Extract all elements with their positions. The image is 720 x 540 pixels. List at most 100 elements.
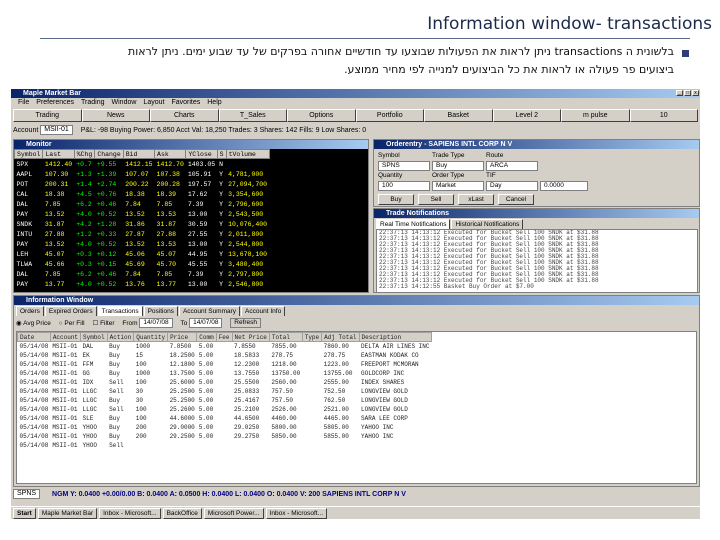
menu-item-help[interactable]: Help <box>207 99 221 106</box>
taskbar-item[interactable]: Inbox - Microsoft... <box>99 507 161 519</box>
monitor-column-header[interactable]: %Chg <box>73 149 96 159</box>
info-tab-expired-orders[interactable]: Expired Orders <box>44 306 97 316</box>
transactions-column-header[interactable]: Action <box>106 332 135 342</box>
toolbar-button-4[interactable]: Options <box>287 109 356 122</box>
toolbar-button-1[interactable]: News <box>81 109 150 122</box>
transactions-column-header[interactable]: Quantity <box>133 332 169 342</box>
monitor-row[interactable]: LEH 45.07 +0.3 +0.12 45.06 45.07 44.95 Y 13,678,… <box>15 249 270 259</box>
order-type-select[interactable]: Market <box>432 181 484 191</box>
transaction-row[interactable]: 05/14/08 MSII-01 GG Buy 1000 13.7500 5.00 13.75… <box>18 369 432 378</box>
monitor-row[interactable]: DAL 7.85 +6.2 +0.46 7.84 7.85 7.39 Y 2,797,800 <box>15 269 270 279</box>
toolbar-button-9[interactable]: 10 <box>629 109 698 122</box>
refresh-button[interactable]: Refresh <box>230 318 262 329</box>
transactions-column-header[interactable]: Adj Total <box>321 332 360 342</box>
maximize-button[interactable]: □ <box>684 90 691 96</box>
monitor-column-header[interactable]: Last <box>42 149 75 159</box>
cancel-button[interactable]: Cancel <box>498 194 534 205</box>
transaction-row[interactable]: 05/14/08 MSII-01 LLGC Buy 30 25.2500 5.00 25.41… <box>18 396 432 405</box>
transaction-row[interactable]: 05/14/08 MSII-01 DAL Buy 1000 7.8500 5.00 7.855… <box>18 342 432 352</box>
monitor-column-header[interactable]: Ask <box>154 149 187 159</box>
toolbar-button-0[interactable]: Trading <box>13 109 82 122</box>
filter-checkbox[interactable]: ☐ <box>92 320 98 327</box>
taskbar-item[interactable]: Microsoft Power... <box>203 507 264 519</box>
menu-item-preferences[interactable]: Preferences <box>36 99 74 106</box>
monitor-row[interactable]: CAL 18.38 +4.5 +0.76 18.38 18.39 17.62 Y 3,354,6… <box>15 189 270 199</box>
avg-price-radio[interactable]: ◉ <box>16 320 22 327</box>
status-symbol-input[interactable]: SPNS <box>13 489 41 499</box>
transaction-row[interactable]: 05/14/08 MSII-01 YHOO Buy 200 29.2500 5.00 29.2… <box>18 432 432 441</box>
transactions-column-header[interactable]: Price <box>167 332 198 342</box>
info-tab-positions[interactable]: Positions <box>143 306 178 316</box>
transactions-column-header[interactable]: Total <box>268 332 303 342</box>
notifications-tab[interactable]: Historical Notifications <box>451 219 524 229</box>
toolbar-button-2[interactable]: Charts <box>150 109 219 122</box>
monitor-row[interactable]: DAL 7.85 +6.2 +0.46 7.84 7.85 7.39 Y 2,796,600 <box>15 199 270 209</box>
monitor-row[interactable]: INTU 27.88 +1.2 +0.33 27.87 27.88 27.55 Y 2,011,… <box>15 229 270 239</box>
transactions-column-header[interactable]: Fee <box>215 332 233 342</box>
transaction-row[interactable]: 05/14/08 MSII-01 IDX Sell 100 25.6000 5.00 25.5… <box>18 378 432 387</box>
toolbar-button-6[interactable]: Basket <box>424 109 493 122</box>
menu-item-layout[interactable]: Layout <box>143 99 164 106</box>
transactions-column-header[interactable]: Comm <box>196 332 217 342</box>
taskbar-item[interactable]: BackOffice <box>162 507 202 519</box>
monitor-row[interactable]: PAY 13.52 +4.0 +0.52 13.52 13.53 13.00 Y 2,544,8… <box>15 239 270 249</box>
start-button[interactable]: Start <box>13 507 36 519</box>
minimize-button[interactable]: _ <box>676 90 683 96</box>
transaction-row[interactable]: 05/14/08 MSII-01 YHOO Buy 200 29.0000 5.00 29.0… <box>18 423 432 432</box>
transactions-column-header[interactable]: Description <box>358 332 432 342</box>
transaction-row[interactable]: 05/14/08 MSII-01 EK Buy 15 18.2500 5.00 18.5833… <box>18 351 432 360</box>
info-tab-account-info[interactable]: Account Info <box>241 306 286 316</box>
toolbar-button-5[interactable]: Portfolio <box>355 109 424 122</box>
monitor-row[interactable]: PAY 13.77 +4.0 +0.52 13.76 13.77 13.00 Y 2,546,8… <box>15 279 270 289</box>
notifications-tab[interactable]: Real Time Notifications <box>376 219 451 229</box>
to-date-input[interactable]: 14/07/08 <box>189 318 223 329</box>
monitor-row[interactable]: TLWA 45.66 +0.3 +0.15 45.69 45.70 45.55 Y 3,480,… <box>15 259 270 269</box>
transactions-column-header[interactable]: Date <box>17 332 51 342</box>
monitor-column-header[interactable]: Change <box>94 149 124 159</box>
transaction-row[interactable]: 05/14/08 MSII-01 LLGC Sell 30 25.2500 5.00 25.0… <box>18 387 432 396</box>
trade-type-select[interactable]: Buy <box>432 161 484 171</box>
buy-button[interactable]: Buy <box>378 194 414 205</box>
info-tab-account-summary[interactable]: Account Summary <box>178 306 241 316</box>
monitor-column-header[interactable]: Symbol <box>14 149 44 159</box>
toolbar-button-3[interactable]: T_Sales <box>218 109 287 122</box>
toolbar-button-7[interactable]: Level 2 <box>492 109 561 122</box>
quantity-input[interactable]: 100 <box>378 181 430 191</box>
monitor-row[interactable]: SNDK 31.87 +4.2 +1.28 31.86 31.87 30.59 Y 10,076… <box>15 219 270 229</box>
transaction-row[interactable]: 05/14/08 MSII-01 LLGC Sell 100 25.2600 5.00 25.… <box>18 405 432 414</box>
taskbar-item[interactable]: Maple Market Bar <box>37 507 98 519</box>
sell-button[interactable]: Sell <box>418 194 454 205</box>
toolbar-button-8[interactable]: m pulse <box>561 109 630 122</box>
close-button[interactable]: x <box>692 90 699 96</box>
tif-select[interactable]: Day <box>486 181 538 191</box>
menu-item-file[interactable]: File <box>18 99 29 106</box>
symbol-input[interactable]: SPNS <box>378 161 430 171</box>
transaction-row[interactable]: 05/14/08 MSII-01 SLE Buy 100 44.6000 5.00 44.65… <box>18 414 432 423</box>
menu-item-trading[interactable]: Trading <box>81 99 104 106</box>
account-select[interactable]: MSII-01 <box>40 125 73 136</box>
monitor-column-header[interactable]: YClose <box>185 149 218 159</box>
transaction-row[interactable]: 05/14/08 MSII-01 YHOO Sell <box>18 441 432 450</box>
info-tab-orders[interactable]: Orders <box>16 306 44 316</box>
menu-item-favorites[interactable]: Favorites <box>171 99 200 106</box>
transaction-row[interactable]: 05/14/08 MSII-01 FFM Buy 100 12.1800 5.00 12.23… <box>18 360 432 369</box>
per-fill-radio[interactable]: ○ <box>59 320 63 327</box>
monitor-column-header[interactable]: Bid <box>122 149 156 159</box>
transactions-column-header[interactable]: Type <box>301 332 323 342</box>
route-select[interactable]: ARCA <box>486 161 538 171</box>
monitor-row[interactable]: AAPL 107.30 +1.3 +1.39 107.07 107.38 105.91 Y 4,… <box>15 169 270 179</box>
monitor-row[interactable]: PAY 13.52 +4.0 +0.52 13.52 13.53 13.00 Y 2,543,5… <box>15 209 270 219</box>
transactions-column-header[interactable]: Symbol <box>80 332 108 342</box>
xlast-button[interactable]: xLast <box>458 194 494 205</box>
menu-item-window[interactable]: Window <box>112 99 137 106</box>
monitor-row[interactable]: POT 200.31 +1.4 +2.74 200.22 200.28 197.57 Y 27,… <box>15 179 270 189</box>
price-input[interactable]: 0.0000 <box>540 181 588 191</box>
taskbar-item[interactable]: Inbox - Microsoft... <box>265 507 328 519</box>
transactions-column-header[interactable]: Net Price <box>231 332 270 342</box>
monitor-column-header[interactable]: S <box>216 149 227 159</box>
monitor-row[interactable]: SPX 1412.40 +0.7 +9.55 1412.15 1412.70 1403.05… <box>15 159 270 170</box>
info-tab-transactions[interactable]: Transactions <box>97 306 143 316</box>
from-date-input[interactable]: 14/07/08 <box>139 318 173 329</box>
transactions-column-header[interactable]: Account <box>49 332 82 342</box>
monitor-column-header[interactable]: tVolume <box>225 149 270 159</box>
